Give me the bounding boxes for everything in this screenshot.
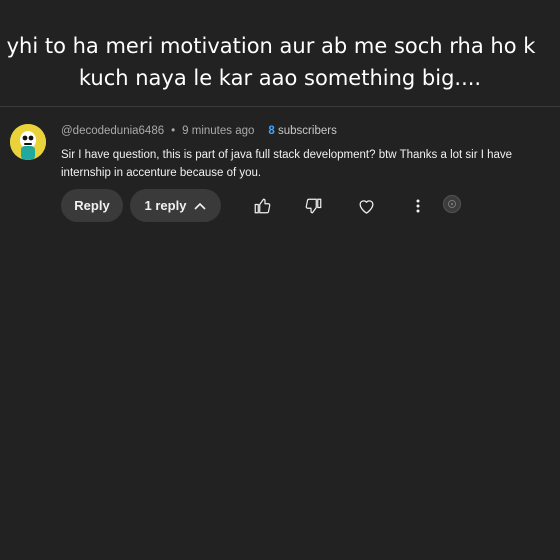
channel-avatar-icon [443,195,461,213]
author-avatar[interactable] [10,124,46,160]
comment-text: Sir I have question, this is part of jav… [61,149,513,179]
comment-author[interactable]: @decodedunia6486 [61,125,164,137]
reply-button[interactable]: Reply [61,189,123,222]
subscriber-badge: 8 subscribers [268,125,336,137]
subscriber-label: subscribers [278,125,337,137]
caption: yhi to ha meri motivation aur ab me soch… [0,30,560,94]
like-button[interactable] [252,196,272,216]
comment-time[interactable]: 9 minutes ago [182,125,254,137]
heart-button[interactable] [356,196,376,216]
thumbs-up-icon [254,198,271,214]
more-vertical-icon [416,199,420,213]
meta-separator: • [171,125,176,137]
divider [0,106,560,107]
replies-label: 1 reply [144,198,187,213]
thumbs-down-icon [305,198,322,214]
subscriber-count: 8 [268,125,275,137]
dislike-button[interactable] [304,196,324,216]
comment-meta: @decodedunia6486 • 9 minutes ago 8 subsc… [61,125,337,137]
caption-line-2: kuch naya le kar aao something big.... [78,66,482,90]
channel-logo-icon [448,200,456,208]
caption-line-1: yhi to ha meri motivation aur ab me soch… [6,34,536,58]
more-options-button[interactable] [408,196,428,216]
chevron-up-icon [194,202,207,210]
heart-icon [359,200,373,214]
avatar-character-icon [10,124,46,160]
view-replies-button[interactable]: 1 reply [130,189,221,222]
